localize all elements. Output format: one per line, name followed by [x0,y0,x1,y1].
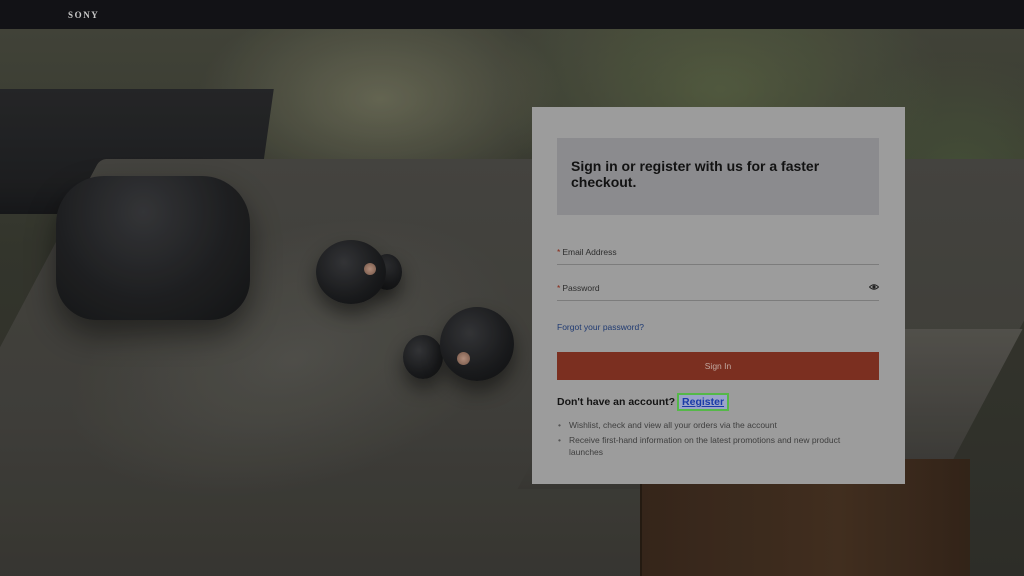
email-label-text: Email Address [562,247,617,257]
required-mark: * [557,247,561,257]
email-label: * Email Address [557,247,617,257]
top-bar: SONY [0,0,1024,29]
list-item: • Wishlist, check and view all your order… [557,419,862,431]
show-password-eye-icon[interactable] [868,282,880,292]
password-label-text: Password [562,283,600,293]
no-account-text: Don't have an account? [557,396,676,408]
no-account-row: Don't have an account? Register [557,393,880,411]
sign-in-button[interactable]: Sign In [557,352,879,380]
benefit-text: Wishlist, check and view all your orders… [569,420,777,430]
signin-heading: Sign in or register with us for a faster… [557,138,879,215]
email-field[interactable]: * Email Address [557,245,879,265]
bullet-icon: • [558,435,561,445]
password-label: * Password [557,283,600,293]
benefits-list: • Wishlist, check and view all your order… [557,419,880,458]
signin-panel: Sign in or register with us for a faster… [532,107,905,484]
sony-logo[interactable]: SONY [68,10,99,20]
benefit-text: Receive first-hand information on the la… [569,435,841,457]
forgot-password-link[interactable]: Forgot your password? [557,322,880,332]
password-field[interactable]: * Password [557,281,880,301]
bullet-icon: • [558,420,561,430]
list-item: • Receive first-hand information on the l… [557,434,862,458]
register-link[interactable]: Register [677,393,730,411]
required-mark: * [557,283,561,293]
